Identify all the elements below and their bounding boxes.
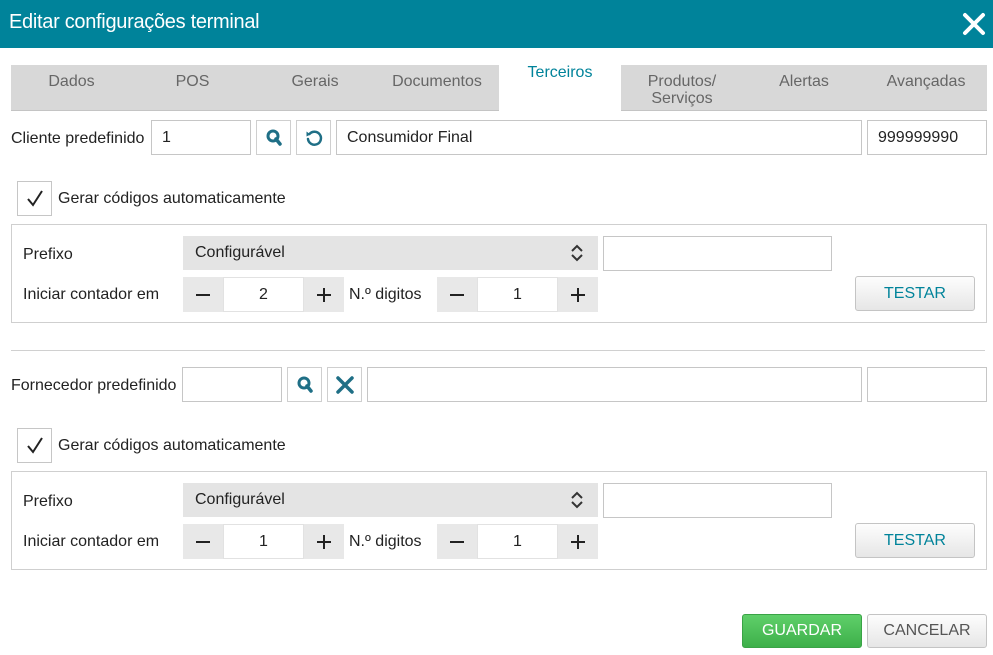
cliente-prefixo-label: Prefixo <box>23 246 73 263</box>
cliente-prefixo-input[interactable] <box>603 236 832 271</box>
cliente-digits-label: N.º digitos <box>349 286 422 303</box>
tab-dados[interactable]: Dados <box>11 65 132 110</box>
fornecedor-counter-value[interactable]: 1 <box>223 524 304 559</box>
cliente-prefixo-select-value: Configurável <box>195 244 285 261</box>
refresh-icon <box>306 130 323 146</box>
cliente-counter-minus-button[interactable] <box>183 277 223 312</box>
cliente-name-input[interactable]: Consumidor Final <box>336 120 862 155</box>
save-button[interactable]: GUARDAR <box>742 614 862 648</box>
fornecedor-test-button[interactable]: TESTAR <box>855 523 975 558</box>
cliente-reset-button[interactable] <box>296 120 331 155</box>
tab-alertas[interactable]: Alertas <box>743 65 865 110</box>
close-icon[interactable] <box>962 12 986 36</box>
fornecedor-prefixo-input[interactable] <box>603 483 832 518</box>
cliente-counter-label: Iniciar contador em <box>23 286 160 303</box>
search-icon <box>297 376 313 393</box>
tab-pos[interactable]: POS <box>132 65 253 110</box>
cliente-counter-value[interactable]: 2 <box>223 277 304 312</box>
fornecedor-counter-plus-button[interactable] <box>304 524 344 559</box>
dialog-header: Editar configurações terminal <box>0 0 993 48</box>
fornecedor-name-input[interactable] <box>367 367 862 402</box>
clear-icon <box>336 376 354 394</box>
cliente-code-input[interactable]: 1 <box>151 120 251 155</box>
fornecedor-digits-minus-button[interactable] <box>437 524 477 559</box>
fornecedor-digits-label: N.º digitos <box>349 533 422 550</box>
fornecedor-nif-input[interactable] <box>867 367 987 402</box>
plus-icon <box>317 288 331 302</box>
checkmark-icon <box>27 190 43 207</box>
fornecedor-counter-stepper: 1 <box>183 524 344 559</box>
plus-icon <box>571 288 585 302</box>
cliente-label: Cliente predefinido <box>11 130 145 147</box>
cliente-prefixo-select[interactable]: Configurável <box>183 236 598 270</box>
fornecedor-prefixo-select-value: Configurável <box>195 491 285 508</box>
checkmark-icon <box>27 437 43 454</box>
cliente-auto-codes-checkbox[interactable] <box>17 181 52 216</box>
plus-icon <box>571 535 585 549</box>
fornecedor-search-button[interactable] <box>287 367 322 402</box>
fornecedor-auto-codes-checkbox[interactable] <box>17 428 52 463</box>
cliente-digits-value[interactable]: 1 <box>477 277 558 312</box>
updown-chevron-icon <box>571 491 583 509</box>
tab-avancadas[interactable]: Avançadas <box>865 65 987 110</box>
cliente-counter-plus-button[interactable] <box>304 277 344 312</box>
tab-gerais[interactable]: Gerais <box>254 65 376 110</box>
cliente-search-button[interactable] <box>256 120 291 155</box>
tab-produtos-servicos[interactable]: Produtos/ Serviços <box>621 65 743 110</box>
search-icon <box>266 129 282 146</box>
cliente-auto-codes-label: Gerar códigos automaticamente <box>58 190 286 207</box>
fornecedor-counter-minus-button[interactable] <box>183 524 223 559</box>
cliente-nif-input[interactable]: 999999990 <box>867 120 987 155</box>
minus-icon <box>196 294 210 296</box>
cliente-digits-plus-button[interactable] <box>558 277 598 312</box>
section-divider <box>11 350 985 351</box>
fornecedor-clear-button[interactable] <box>327 367 362 402</box>
fornecedor-prefixo-select[interactable]: Configurável <box>183 483 598 517</box>
updown-chevron-icon <box>571 244 583 262</box>
minus-icon <box>450 541 464 543</box>
dialog-title: Editar configurações terminal <box>9 11 260 33</box>
fornecedor-digits-stepper: 1 <box>437 524 598 559</box>
fornecedor-digits-plus-button[interactable] <box>558 524 598 559</box>
fornecedor-auto-codes-label: Gerar códigos automaticamente <box>58 437 286 454</box>
tab-documentos[interactable]: Documentos <box>376 65 498 110</box>
cancel-button[interactable]: CANCELAR <box>867 614 987 648</box>
minus-icon <box>196 541 210 543</box>
cliente-digits-minus-button[interactable] <box>437 277 477 312</box>
fornecedor-code-input[interactable] <box>182 367 282 402</box>
fornecedor-digits-value[interactable]: 1 <box>477 524 558 559</box>
tab-bar: Dados POS Gerais Documentos Terceiros Pr… <box>11 61 987 111</box>
cliente-counter-stepper: 2 <box>183 277 344 312</box>
tab-terceiros[interactable]: Terceiros <box>499 61 621 111</box>
fornecedor-label: Fornecedor predefinido <box>11 377 177 394</box>
minus-icon <box>450 294 464 296</box>
fornecedor-counter-label: Iniciar contador em <box>23 533 160 550</box>
cliente-test-button[interactable]: TESTAR <box>855 276 975 311</box>
cliente-digits-stepper: 1 <box>437 277 598 312</box>
plus-icon <box>317 535 331 549</box>
fornecedor-prefixo-label: Prefixo <box>23 493 73 510</box>
